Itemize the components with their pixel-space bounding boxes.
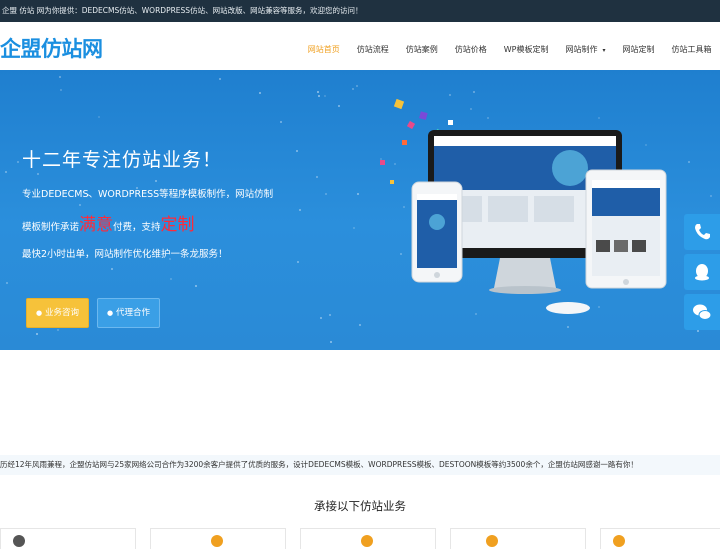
- services-title: 承接以下仿站业务: [314, 499, 406, 513]
- service-card[interactable]: [150, 528, 286, 549]
- star-dot: [353, 227, 356, 230]
- star-dot: [709, 194, 712, 197]
- service-icon: [13, 535, 25, 547]
- star-dot: [36, 332, 39, 335]
- highlight-satisfied: 满意: [79, 215, 114, 235]
- star-dot: [687, 160, 690, 163]
- highlight-custom: 定制: [160, 215, 195, 235]
- star-dot: [280, 121, 283, 124]
- star-dot: [218, 78, 221, 81]
- star-dot: [78, 203, 81, 206]
- star-dot: [359, 323, 362, 326]
- star-dot: [295, 149, 298, 152]
- star-dot: [355, 84, 358, 87]
- star-dot: [258, 91, 261, 94]
- service-icon: [361, 535, 373, 547]
- star-dot: [324, 193, 327, 195]
- side-wechat-button[interactable]: [684, 294, 720, 330]
- star-dot: [111, 267, 114, 270]
- service-icon: [486, 535, 498, 547]
- star-dot: [337, 105, 340, 108]
- star-dot: [319, 317, 322, 320]
- service-card[interactable]: [0, 528, 136, 549]
- qq-icon: [695, 264, 709, 281]
- intro-strip: 历经12年风雨兼程，企盟仿站网与25家网络公司合作为3200余客户提供了优质的服…: [0, 455, 720, 475]
- star-dot: [57, 329, 60, 332]
- side-qq-button[interactable]: [684, 254, 720, 290]
- nav-item-process[interactable]: 仿站流程: [348, 22, 397, 70]
- nav-item-site-custom[interactable]: 网站定制: [614, 22, 663, 70]
- intro-text: 历经12年风雨兼程，企盟仿站网与25家网络公司合作为3200余客户提供了优质的服…: [0, 460, 638, 469]
- hero-line-2: 模板制作承诺满意付费，支持定制: [22, 215, 195, 235]
- star-dot: [324, 95, 327, 98]
- star-dot: [316, 91, 319, 94]
- hero-headline: 十二年专注仿站业务！: [22, 149, 223, 171]
- service-card[interactable]: [300, 528, 436, 549]
- service-card[interactable]: [600, 528, 720, 549]
- hero-banner: 十二年专注仿站业务！ 专业DEDECMS、WORDPRESS等程序模板制作，网站…: [0, 70, 720, 350]
- star-dot: [154, 180, 157, 183]
- star-dot: [194, 284, 197, 287]
- tablet: [585, 169, 667, 289]
- site-logo[interactable]: 企盟仿站网: [0, 33, 103, 63]
- nav-item-home[interactable]: 网站首页: [299, 22, 348, 70]
- star-dot: [330, 340, 333, 343]
- top-info-text: 企盟 仿站 网为你提供：DEDECMS仿站、WORDPRESS仿站、网站改版、网…: [2, 6, 363, 15]
- star-dot: [59, 89, 62, 92]
- star-dot: [317, 95, 320, 98]
- star-dot: [328, 314, 331, 317]
- service-cards: [0, 528, 720, 549]
- site-header: 企盟仿站网 网站首页 仿站流程 仿站案例 仿站价格 WP模板定制 网站制作 ▾ 网…: [0, 22, 720, 71]
- nav-item-wp-custom[interactable]: WP模板定制: [495, 22, 557, 70]
- nav-item-site-build[interactable]: 网站制作 ▾: [557, 22, 614, 70]
- star-dot: [37, 173, 40, 176]
- agent-button[interactable]: ● 代理合作: [97, 298, 160, 328]
- consult-button[interactable]: ● 业务咨询: [26, 298, 89, 328]
- star-dot: [316, 175, 319, 178]
- top-info-bar: 企盟 仿站 网为你提供：DEDECMS仿站、WORDPRESS仿站、网站改版、网…: [0, 0, 720, 22]
- star-dot: [6, 281, 9, 284]
- star-dot: [17, 160, 20, 163]
- wechat-icon: [693, 304, 712, 320]
- star-dot: [299, 209, 302, 212]
- main-nav: 网站首页 仿站流程 仿站案例 仿站价格 WP模板定制 网站制作 ▾ 网站定制 仿站…: [299, 22, 720, 70]
- devices-illustration: [380, 98, 667, 314]
- star-dot: [351, 87, 354, 90]
- star-dot: [58, 75, 61, 78]
- chevron-down-icon: ▾: [602, 47, 606, 54]
- star-dot: [296, 260, 299, 263]
- mouse: [546, 302, 590, 314]
- star-dot: [98, 116, 101, 119]
- phone-icon: [695, 224, 710, 240]
- star-dot: [356, 192, 359, 195]
- user-icon: ●: [106, 309, 114, 317]
- service-card[interactable]: [450, 528, 586, 549]
- nav-item-cases[interactable]: 仿站案例: [397, 22, 446, 70]
- service-icon: [613, 535, 625, 547]
- nav-item-toolbox[interactable]: 仿站工具箱: [663, 22, 720, 70]
- side-phone-button[interactable]: [684, 214, 720, 250]
- chat-icon: ●: [35, 309, 43, 317]
- service-icon: [211, 535, 223, 547]
- hero-line-1: 专业DEDECMS、WORDPRESS等程序模板制作，网站仿制: [22, 189, 274, 200]
- hero-line-3: 最快2小时出单，网站制作优化维护一条龙服务！: [22, 249, 228, 260]
- star-dot: [170, 278, 173, 281]
- star-dot: [5, 170, 8, 173]
- nav-item-pricing[interactable]: 仿站价格: [446, 22, 495, 70]
- phone: [411, 181, 463, 283]
